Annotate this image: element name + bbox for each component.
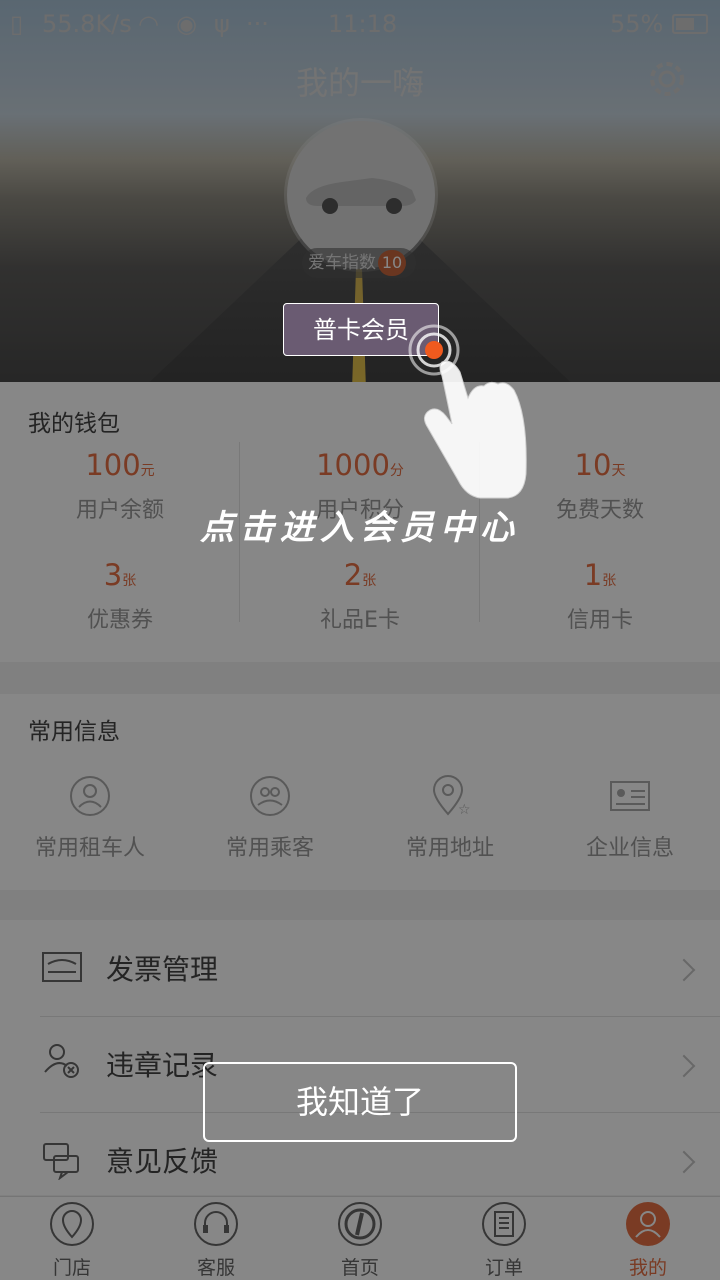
got-it-button[interactable]: 我知道了 bbox=[203, 1062, 517, 1142]
guide-hint-text: 点击进入会员中心 bbox=[200, 508, 520, 548]
hand-pointer-icon bbox=[408, 324, 527, 499]
